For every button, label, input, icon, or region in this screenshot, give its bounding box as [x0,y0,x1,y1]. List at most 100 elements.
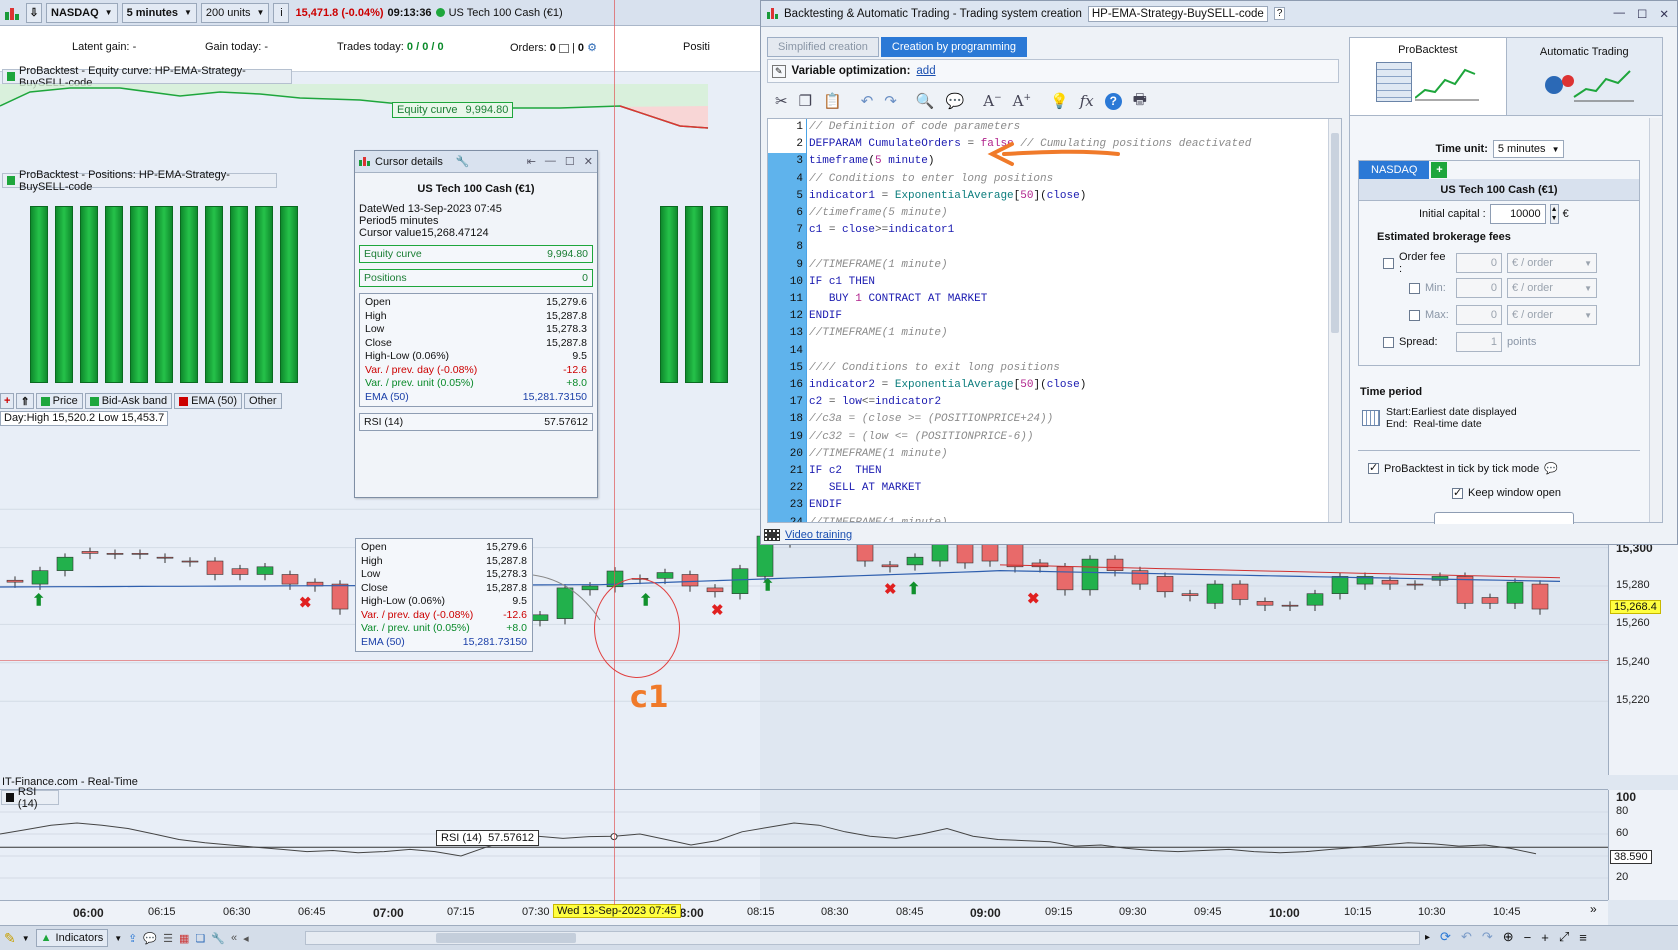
tab-automatic-trading[interactable]: Automatic Trading [1506,38,1662,115]
scroll-right-icon[interactable]: » [1590,902,1597,916]
min-fee-input[interactable]: 0 [1456,278,1502,298]
undo-icon[interactable]: ↶ [861,92,874,110]
rsi-chart[interactable] [0,790,1608,900]
code-line[interactable]: SELL AT MARKET [809,480,1329,497]
other-button[interactable]: Other [244,393,282,409]
list-icon[interactable]: ☰ [163,932,173,945]
close-icon[interactable]: ✕ [584,155,593,168]
market-selector[interactable]: NASDAQ ▼ [46,2,118,23]
keep-window-open-checkbox[interactable] [1452,486,1463,499]
max-fee-unit-select[interactable]: € / order ▼ [1507,305,1597,325]
expand-icon[interactable]: ⤢ [1559,929,1569,945]
code-line[interactable]: //timeframe(5 minute) [809,205,1329,222]
info-bubble-icon[interactable]: 💬 [1544,462,1558,475]
minimize-icon[interactable]: — [545,155,556,168]
settings-scrollbar[interactable] [1649,118,1662,522]
market-tab-nasdaq[interactable]: NASDAQ [1359,161,1430,179]
code-line[interactable]: indicator1 = ExponentialAverage[50](clos… [809,188,1329,205]
code-line[interactable]: //c3a = (close >= (POSITIONPRICE+24)) [809,411,1329,428]
code-line[interactable]: //c32 = (low <= (POSITIONPRICE-6)) [809,429,1329,446]
run-backtest-button[interactable] [1434,512,1574,524]
bid-ask-button[interactable]: Bid-Ask band [84,393,173,409]
rewind-icon[interactable]: « [231,932,237,944]
order-fee-unit-select[interactable]: € / order ▼ [1507,253,1597,273]
gears-icon[interactable]: ⚙ [587,42,597,54]
pin-icon[interactable]: ⇤ [527,155,536,168]
trading-system-window[interactable]: Backtesting & Automatic Trading - Tradin… [760,0,1678,545]
equity-panel-label[interactable]: ProBacktest - Equity curve: HP-EMA-Strat… [2,65,292,89]
indicators-button[interactable]: ▲ Indicators [35,929,109,947]
redo-icon[interactable]: ↷ [1482,929,1493,945]
video-training-link[interactable]: Video training [785,529,852,541]
refresh-icon[interactable]: ⟳ [1440,929,1451,945]
orders-list-icon[interactable] [558,43,569,53]
code-line[interactable] [809,343,1329,360]
code-line[interactable]: IF c2 THEN [809,463,1329,480]
search-icon[interactable]: 🔍 [916,92,935,110]
cut-icon[interactable]: ✂ [775,92,788,110]
help-circle-icon[interactable]: ? [1104,92,1122,110]
alert-icon[interactable]: ⇩ [26,2,42,23]
tab-creation-by-programming[interactable]: Creation by programming [880,37,1027,57]
min-fee-unit-select[interactable]: € / order ▼ [1507,278,1597,298]
print-icon[interactable]: 🖶 [1133,89,1147,114]
code-line[interactable]: //TIMEFRAME(1 minute) [809,446,1329,463]
timeframe-selector[interactable]: 5 minutes ▼ [121,2,197,23]
tab-simplified-creation[interactable]: Simplified creation [767,37,879,57]
copy-icon[interactable]: ❐ [799,92,812,110]
spread-input[interactable]: 1 [1456,332,1502,352]
initial-capital-input[interactable]: 10000 [1489,204,1546,224]
code-line[interactable]: //// Conditions to exit long positions [809,360,1329,377]
order-fee-checkbox[interactable] [1383,257,1394,269]
redo-icon[interactable]: ↷ [884,92,897,110]
decrease-font-icon[interactable]: A− [983,92,1001,110]
capital-stepper[interactable]: ▲ ▼ [1549,204,1559,224]
chat-icon[interactable]: 💬 [143,932,157,945]
comment-icon[interactable]: 💬 [946,92,965,110]
units-selector[interactable]: 200 units ▼ [200,2,270,23]
info-icon[interactable]: i [273,2,290,23]
wrench-icon[interactable]: 🔧 [211,932,225,945]
code-line[interactable]: //TIMEFRAME(1 minute) [809,257,1329,274]
increase-font-icon[interactable]: A+ [1013,92,1031,110]
price-button[interactable]: Price [35,393,83,409]
code-line[interactable]: // Conditions to enter long positions [809,171,1329,188]
tab-probacktest[interactable]: ProBacktest [1350,38,1507,115]
share-icon[interactable]: ⇪ [128,932,137,945]
minimize-icon[interactable]: — [1614,7,1626,21]
wrench-icon[interactable]: 🔧 [456,155,470,168]
maximize-icon[interactable]: ☐ [565,155,575,168]
function-icon[interactable]: fx [1080,92,1094,110]
order-fee-input[interactable]: 0 [1456,253,1502,273]
paste-icon[interactable]: 📋 [823,92,842,110]
scroll-left-icon[interactable]: ◂ [243,932,249,945]
code-line[interactable]: IF c1 THEN [809,274,1329,291]
code-scrollbar[interactable] [1328,119,1341,522]
max-fee-checkbox[interactable] [1409,309,1420,321]
add-market-icon[interactable]: + [1431,162,1448,178]
code-line[interactable]: ENDIF [809,308,1329,325]
positions-panel-label[interactable]: ProBacktest - Positions: HP-EMA-Strategy… [2,169,277,193]
scroll-right-icon[interactable]: ▸ [1425,932,1430,943]
code-line[interactable]: c2 = low<=indicator2 [809,394,1329,411]
help-icon[interactable]: ? [1273,7,1286,20]
add-indicator-icon[interactable]: + [0,393,15,409]
calendar-icon[interactable] [1362,410,1380,426]
zoom-fit-icon[interactable]: ⊕ [1503,929,1514,945]
max-fee-input[interactable]: 0 [1456,305,1502,325]
pencil-icon[interactable]: ✎ [4,930,16,947]
table-icon[interactable]: ▦ [179,932,189,945]
menu-icon[interactable]: ≡ [1579,930,1587,945]
code-line[interactable]: c1 = close>=indicator1 [809,222,1329,239]
system-name-field[interactable]: HP-EMA-Strategy-BuySELL-code [1087,5,1268,22]
code-line[interactable]: BUY 1 CONTRACT AT MARKET [809,291,1329,308]
window-icon[interactable]: ❏ [195,932,205,945]
time-scroll-thumb[interactable] [436,933,576,943]
lightbulb-icon[interactable]: 💡 [1050,92,1069,110]
code-editor[interactable]: 1 2 3 4 5 6 7 8 9 10 11 12 13 14 15 16 17 18 19 20 21 22 23 24 … [767,118,1342,523]
min-fee-checkbox[interactable] [1409,282,1420,294]
code-line[interactable]: indicator2 = ExponentialAverage[50](clos… [809,377,1329,394]
code-scroll-thumb[interactable] [1331,133,1339,333]
zoom-in-icon[interactable]: + [1541,930,1549,945]
spread-checkbox[interactable] [1383,336,1394,348]
